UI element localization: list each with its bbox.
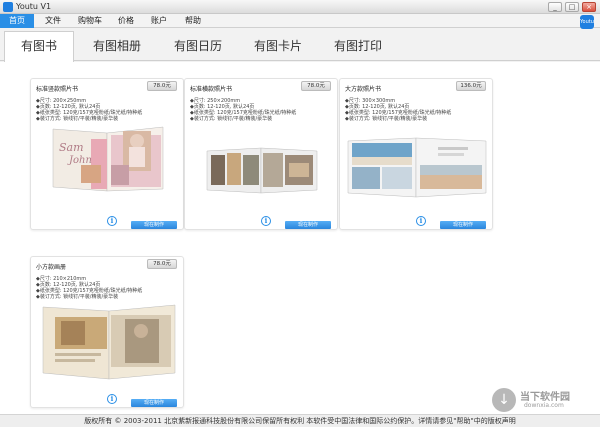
tab-photo-card[interactable]: 有图卡片 [243, 32, 313, 61]
info-icon[interactable]: i [107, 394, 117, 404]
window-title: Youtu V1 [16, 2, 52, 11]
price-badge: 78.0元 [301, 81, 331, 91]
product-specs: ◆尺寸: 250×200mm ◆页数: 12-120页, 默认24页 ◆纸张类型… [190, 98, 297, 122]
product-card: 大方款照片书 136.0元 ◆尺寸: 300×300mm ◆页数: 12-120… [339, 78, 493, 230]
tab-photo-print[interactable]: 有图打印 [322, 32, 394, 61]
copyright-footer: 版权所有 © 2003-2011 北京紫新报通科技股份有限公司保留所有权利 本软… [0, 414, 600, 427]
product-specs: ◆尺寸: 300×300mm ◆页数: 12-120页, 默认24页 ◆纸张类型… [345, 98, 452, 122]
menu-bar: 首页 文件 购物车 价格 账户 帮助 [0, 14, 600, 28]
menu-item-price[interactable]: 价格 [111, 14, 141, 28]
make-now-button[interactable]: 现在制作 [440, 221, 486, 229]
download-icon: ↓ [492, 388, 516, 412]
photo-caption: Sam [59, 141, 84, 154]
product-specs: ◆尺寸: 200×250mm ◆页数: 12-120页, 默认24页 ◆纸张类型… [36, 98, 143, 122]
watermark-logo: ↓ 当下软件园 downxia.com [492, 386, 598, 414]
make-now-button[interactable]: 现在制作 [131, 221, 177, 229]
product-card: 标准竖款照片书 78.0元 ◆尺寸: 200×250mm ◆页数: 12-120… [30, 78, 184, 230]
price-badge: 78.0元 [147, 259, 177, 269]
info-icon[interactable]: i [107, 216, 117, 226]
product-grid: 标准竖款照片书 78.0元 ◆尺寸: 200×250mm ◆页数: 12-120… [0, 62, 600, 414]
app-icon [3, 2, 13, 12]
product-preview-image [42, 304, 176, 380]
menu-item-cart[interactable]: 购物车 [72, 14, 108, 28]
make-now-button[interactable]: 现在制作 [131, 399, 177, 407]
info-icon[interactable]: i [261, 216, 271, 226]
product-preview-image [206, 147, 318, 194]
menu-item-help[interactable]: 帮助 [178, 14, 208, 28]
maximize-button[interactable]: □ [565, 2, 579, 12]
category-tabs: 有图书 有图相册 有图日历 有图卡片 有图打印 [0, 29, 600, 62]
window-controls: _ □ × [548, 2, 596, 12]
product-name: 标准竖款照片书 [36, 86, 79, 93]
close-button[interactable]: × [582, 2, 596, 12]
photo-caption: John [67, 155, 92, 166]
menu-item-home[interactable]: 首页 [0, 14, 34, 28]
tab-photo-calendar[interactable]: 有图日历 [162, 32, 234, 61]
info-icon[interactable]: i [416, 216, 426, 226]
tab-photo-book[interactable]: 有图书 [4, 31, 74, 62]
minimize-button[interactable]: _ [548, 2, 562, 12]
product-preview-image [347, 137, 487, 198]
price-badge: 78.0元 [147, 81, 177, 91]
menu-item-account[interactable]: 账户 [144, 14, 174, 28]
product-name: 标准横款照片书 [190, 86, 233, 93]
tab-photo-album[interactable]: 有图相册 [82, 32, 152, 61]
product-card: 标准横款照片书 78.0元 ◆尺寸: 250×200mm ◆页数: 12-120… [184, 78, 338, 230]
brand-badge: Youtu [580, 15, 594, 29]
make-now-button[interactable]: 现在制作 [285, 221, 331, 229]
product-name: 大方款照片书 [345, 86, 382, 93]
watermark-title: 当下软件园 [520, 392, 570, 403]
price-badge: 136.0元 [456, 81, 486, 91]
title-bar: Youtu V1 _ □ × [0, 0, 600, 14]
product-preview-image: Sam John [52, 126, 164, 192]
watermark-url: downxia.com [524, 402, 564, 409]
product-name: 小方款画册 [36, 264, 67, 271]
product-card: 小方款画册 78.0元 ◆尺寸: 210×210mm ◆页数: 12-120页,… [30, 256, 184, 408]
product-specs: ◆尺寸: 210×210mm ◆页数: 12-120页, 默认24页 ◆纸张类型… [36, 276, 143, 300]
menu-item-file[interactable]: 文件 [38, 14, 68, 28]
